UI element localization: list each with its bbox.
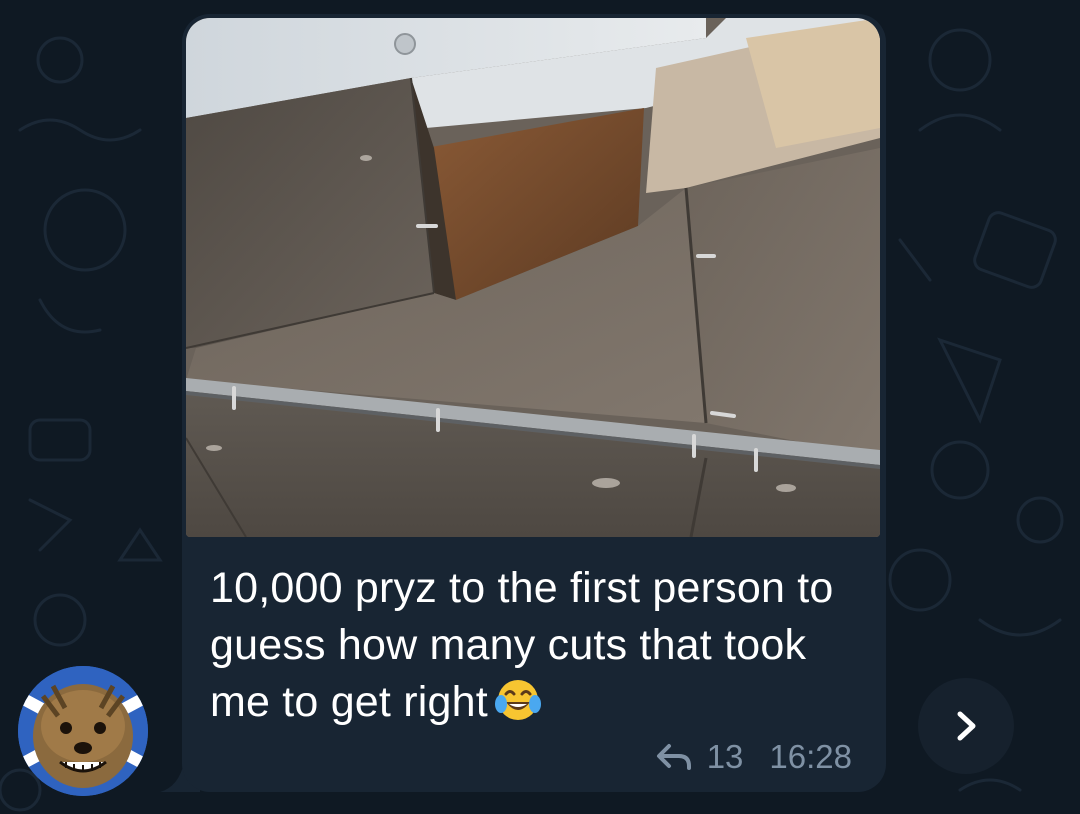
chevron-right-icon	[957, 711, 976, 741]
message-caption: 10,000 pryz to the first person to guess…	[210, 560, 870, 731]
avatar[interactable]	[18, 666, 148, 796]
reply-arrow-icon[interactable]	[655, 742, 693, 772]
reply-count[interactable]: 13	[707, 738, 744, 776]
forward-button[interactable]	[918, 678, 1014, 774]
message-meta: 13 16:28	[655, 738, 852, 776]
message-photo[interactable]	[186, 18, 880, 537]
message-time: 16:28	[769, 738, 852, 775]
face-with-tears-of-joy-icon	[494, 680, 541, 720]
dog-avatar-icon	[18, 666, 148, 796]
tiling-photo	[186, 18, 880, 537]
